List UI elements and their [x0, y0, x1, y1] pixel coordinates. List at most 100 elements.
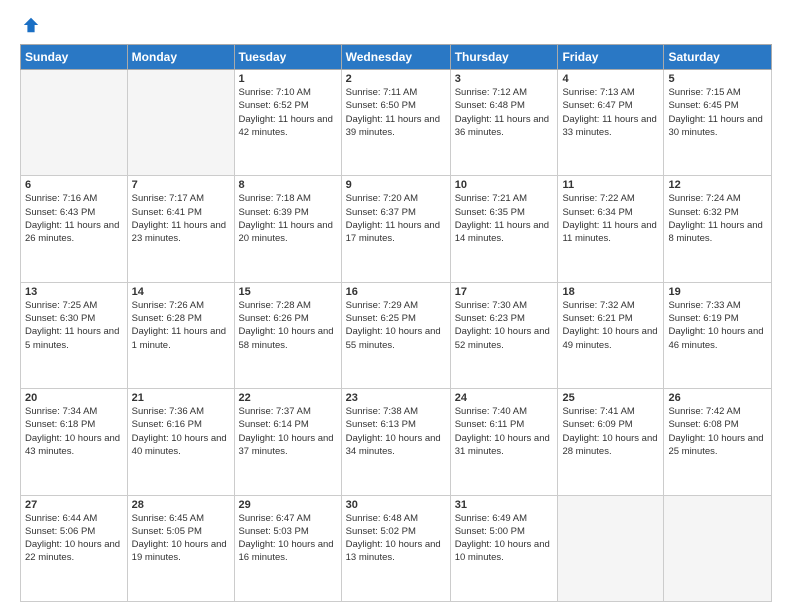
day-detail: Sunrise: 7:11 AMSunset: 6:50 PMDaylight:… — [346, 86, 446, 139]
day-number: 13 — [25, 286, 123, 298]
weekday-header: Sunday — [21, 45, 128, 70]
day-detail: Sunrise: 7:29 AMSunset: 6:25 PMDaylight:… — [346, 299, 446, 352]
weekday-header: Saturday — [664, 45, 772, 70]
calendar-cell: 16Sunrise: 7:29 AMSunset: 6:25 PMDayligh… — [341, 282, 450, 388]
calendar-cell: 18Sunrise: 7:32 AMSunset: 6:21 PMDayligh… — [558, 282, 664, 388]
day-detail: Sunrise: 7:16 AMSunset: 6:43 PMDaylight:… — [25, 192, 123, 245]
day-number: 30 — [346, 499, 446, 511]
weekday-header: Tuesday — [234, 45, 341, 70]
calendar-cell: 10Sunrise: 7:21 AMSunset: 6:35 PMDayligh… — [450, 176, 558, 282]
calendar-cell: 1Sunrise: 7:10 AMSunset: 6:52 PMDaylight… — [234, 70, 341, 176]
day-number: 12 — [668, 179, 767, 191]
calendar-week-row: 27Sunrise: 6:44 AMSunset: 5:06 PMDayligh… — [21, 495, 772, 601]
calendar-cell: 23Sunrise: 7:38 AMSunset: 6:13 PMDayligh… — [341, 389, 450, 495]
day-number: 14 — [132, 286, 230, 298]
day-detail: Sunrise: 7:30 AMSunset: 6:23 PMDaylight:… — [455, 299, 554, 352]
weekday-header: Friday — [558, 45, 664, 70]
calendar-cell: 21Sunrise: 7:36 AMSunset: 6:16 PMDayligh… — [127, 389, 234, 495]
calendar-cell: 28Sunrise: 6:45 AMSunset: 5:05 PMDayligh… — [127, 495, 234, 601]
calendar-cell: 11Sunrise: 7:22 AMSunset: 6:34 PMDayligh… — [558, 176, 664, 282]
calendar-cell — [21, 70, 128, 176]
calendar-cell: 27Sunrise: 6:44 AMSunset: 5:06 PMDayligh… — [21, 495, 128, 601]
day-number: 28 — [132, 499, 230, 511]
calendar-cell: 29Sunrise: 6:47 AMSunset: 5:03 PMDayligh… — [234, 495, 341, 601]
day-number: 3 — [455, 73, 554, 85]
day-number: 4 — [562, 73, 659, 85]
calendar-table: SundayMondayTuesdayWednesdayThursdayFrid… — [20, 44, 772, 602]
day-number: 15 — [239, 286, 337, 298]
calendar-cell: 4Sunrise: 7:13 AMSunset: 6:47 PMDaylight… — [558, 70, 664, 176]
day-detail: Sunrise: 7:36 AMSunset: 6:16 PMDaylight:… — [132, 405, 230, 458]
day-detail: Sunrise: 6:47 AMSunset: 5:03 PMDaylight:… — [239, 512, 337, 565]
calendar-cell: 3Sunrise: 7:12 AMSunset: 6:48 PMDaylight… — [450, 70, 558, 176]
calendar-week-row: 13Sunrise: 7:25 AMSunset: 6:30 PMDayligh… — [21, 282, 772, 388]
day-detail: Sunrise: 7:15 AMSunset: 6:45 PMDaylight:… — [668, 86, 767, 139]
calendar-cell: 15Sunrise: 7:28 AMSunset: 6:26 PMDayligh… — [234, 282, 341, 388]
calendar-cell: 8Sunrise: 7:18 AMSunset: 6:39 PMDaylight… — [234, 176, 341, 282]
calendar-cell: 2Sunrise: 7:11 AMSunset: 6:50 PMDaylight… — [341, 70, 450, 176]
calendar-cell: 25Sunrise: 7:41 AMSunset: 6:09 PMDayligh… — [558, 389, 664, 495]
day-detail: Sunrise: 7:17 AMSunset: 6:41 PMDaylight:… — [132, 192, 230, 245]
day-detail: Sunrise: 6:44 AMSunset: 5:06 PMDaylight:… — [25, 512, 123, 565]
weekday-header: Wednesday — [341, 45, 450, 70]
day-number: 24 — [455, 392, 554, 404]
day-detail: Sunrise: 7:18 AMSunset: 6:39 PMDaylight:… — [239, 192, 337, 245]
calendar-cell — [558, 495, 664, 601]
day-number: 17 — [455, 286, 554, 298]
calendar-cell — [127, 70, 234, 176]
day-number: 25 — [562, 392, 659, 404]
day-detail: Sunrise: 7:13 AMSunset: 6:47 PMDaylight:… — [562, 86, 659, 139]
day-detail: Sunrise: 7:21 AMSunset: 6:35 PMDaylight:… — [455, 192, 554, 245]
day-detail: Sunrise: 7:42 AMSunset: 6:08 PMDaylight:… — [668, 405, 767, 458]
day-number: 6 — [25, 179, 123, 191]
day-number: 2 — [346, 73, 446, 85]
calendar-cell: 7Sunrise: 7:17 AMSunset: 6:41 PMDaylight… — [127, 176, 234, 282]
calendar-week-row: 6Sunrise: 7:16 AMSunset: 6:43 PMDaylight… — [21, 176, 772, 282]
day-detail: Sunrise: 7:38 AMSunset: 6:13 PMDaylight:… — [346, 405, 446, 458]
calendar-cell: 20Sunrise: 7:34 AMSunset: 6:18 PMDayligh… — [21, 389, 128, 495]
day-number: 7 — [132, 179, 230, 191]
day-detail: Sunrise: 7:33 AMSunset: 6:19 PMDaylight:… — [668, 299, 767, 352]
calendar-cell: 31Sunrise: 6:49 AMSunset: 5:00 PMDayligh… — [450, 495, 558, 601]
calendar-cell: 30Sunrise: 6:48 AMSunset: 5:02 PMDayligh… — [341, 495, 450, 601]
day-detail: Sunrise: 7:28 AMSunset: 6:26 PMDaylight:… — [239, 299, 337, 352]
calendar-cell: 26Sunrise: 7:42 AMSunset: 6:08 PMDayligh… — [664, 389, 772, 495]
calendar-week-row: 20Sunrise: 7:34 AMSunset: 6:18 PMDayligh… — [21, 389, 772, 495]
calendar-week-row: 1Sunrise: 7:10 AMSunset: 6:52 PMDaylight… — [21, 70, 772, 176]
day-number: 18 — [562, 286, 659, 298]
page: SundayMondayTuesdayWednesdayThursdayFrid… — [0, 0, 792, 612]
day-number: 11 — [562, 179, 659, 191]
logo — [20, 16, 40, 34]
day-detail: Sunrise: 6:49 AMSunset: 5:00 PMDaylight:… — [455, 512, 554, 565]
day-detail: Sunrise: 7:25 AMSunset: 6:30 PMDaylight:… — [25, 299, 123, 352]
calendar-cell: 24Sunrise: 7:40 AMSunset: 6:11 PMDayligh… — [450, 389, 558, 495]
day-detail: Sunrise: 7:34 AMSunset: 6:18 PMDaylight:… — [25, 405, 123, 458]
day-number: 19 — [668, 286, 767, 298]
day-detail: Sunrise: 7:41 AMSunset: 6:09 PMDaylight:… — [562, 405, 659, 458]
day-detail: Sunrise: 7:32 AMSunset: 6:21 PMDaylight:… — [562, 299, 659, 352]
day-detail: Sunrise: 6:45 AMSunset: 5:05 PMDaylight:… — [132, 512, 230, 565]
day-detail: Sunrise: 7:20 AMSunset: 6:37 PMDaylight:… — [346, 192, 446, 245]
calendar-cell: 5Sunrise: 7:15 AMSunset: 6:45 PMDaylight… — [664, 70, 772, 176]
weekday-header: Thursday — [450, 45, 558, 70]
calendar-cell: 19Sunrise: 7:33 AMSunset: 6:19 PMDayligh… — [664, 282, 772, 388]
day-number: 21 — [132, 392, 230, 404]
day-number: 20 — [25, 392, 123, 404]
calendar-cell: 6Sunrise: 7:16 AMSunset: 6:43 PMDaylight… — [21, 176, 128, 282]
day-number: 5 — [668, 73, 767, 85]
day-number: 16 — [346, 286, 446, 298]
day-number: 1 — [239, 73, 337, 85]
day-number: 22 — [239, 392, 337, 404]
calendar-cell: 12Sunrise: 7:24 AMSunset: 6:32 PMDayligh… — [664, 176, 772, 282]
calendar-cell: 17Sunrise: 7:30 AMSunset: 6:23 PMDayligh… — [450, 282, 558, 388]
day-detail: Sunrise: 7:24 AMSunset: 6:32 PMDaylight:… — [668, 192, 767, 245]
header — [20, 16, 772, 34]
day-detail: Sunrise: 7:37 AMSunset: 6:14 PMDaylight:… — [239, 405, 337, 458]
day-detail: Sunrise: 7:40 AMSunset: 6:11 PMDaylight:… — [455, 405, 554, 458]
day-number: 23 — [346, 392, 446, 404]
day-number: 29 — [239, 499, 337, 511]
day-detail: Sunrise: 7:10 AMSunset: 6:52 PMDaylight:… — [239, 86, 337, 139]
calendar-cell: 22Sunrise: 7:37 AMSunset: 6:14 PMDayligh… — [234, 389, 341, 495]
day-number: 31 — [455, 499, 554, 511]
day-number: 9 — [346, 179, 446, 191]
